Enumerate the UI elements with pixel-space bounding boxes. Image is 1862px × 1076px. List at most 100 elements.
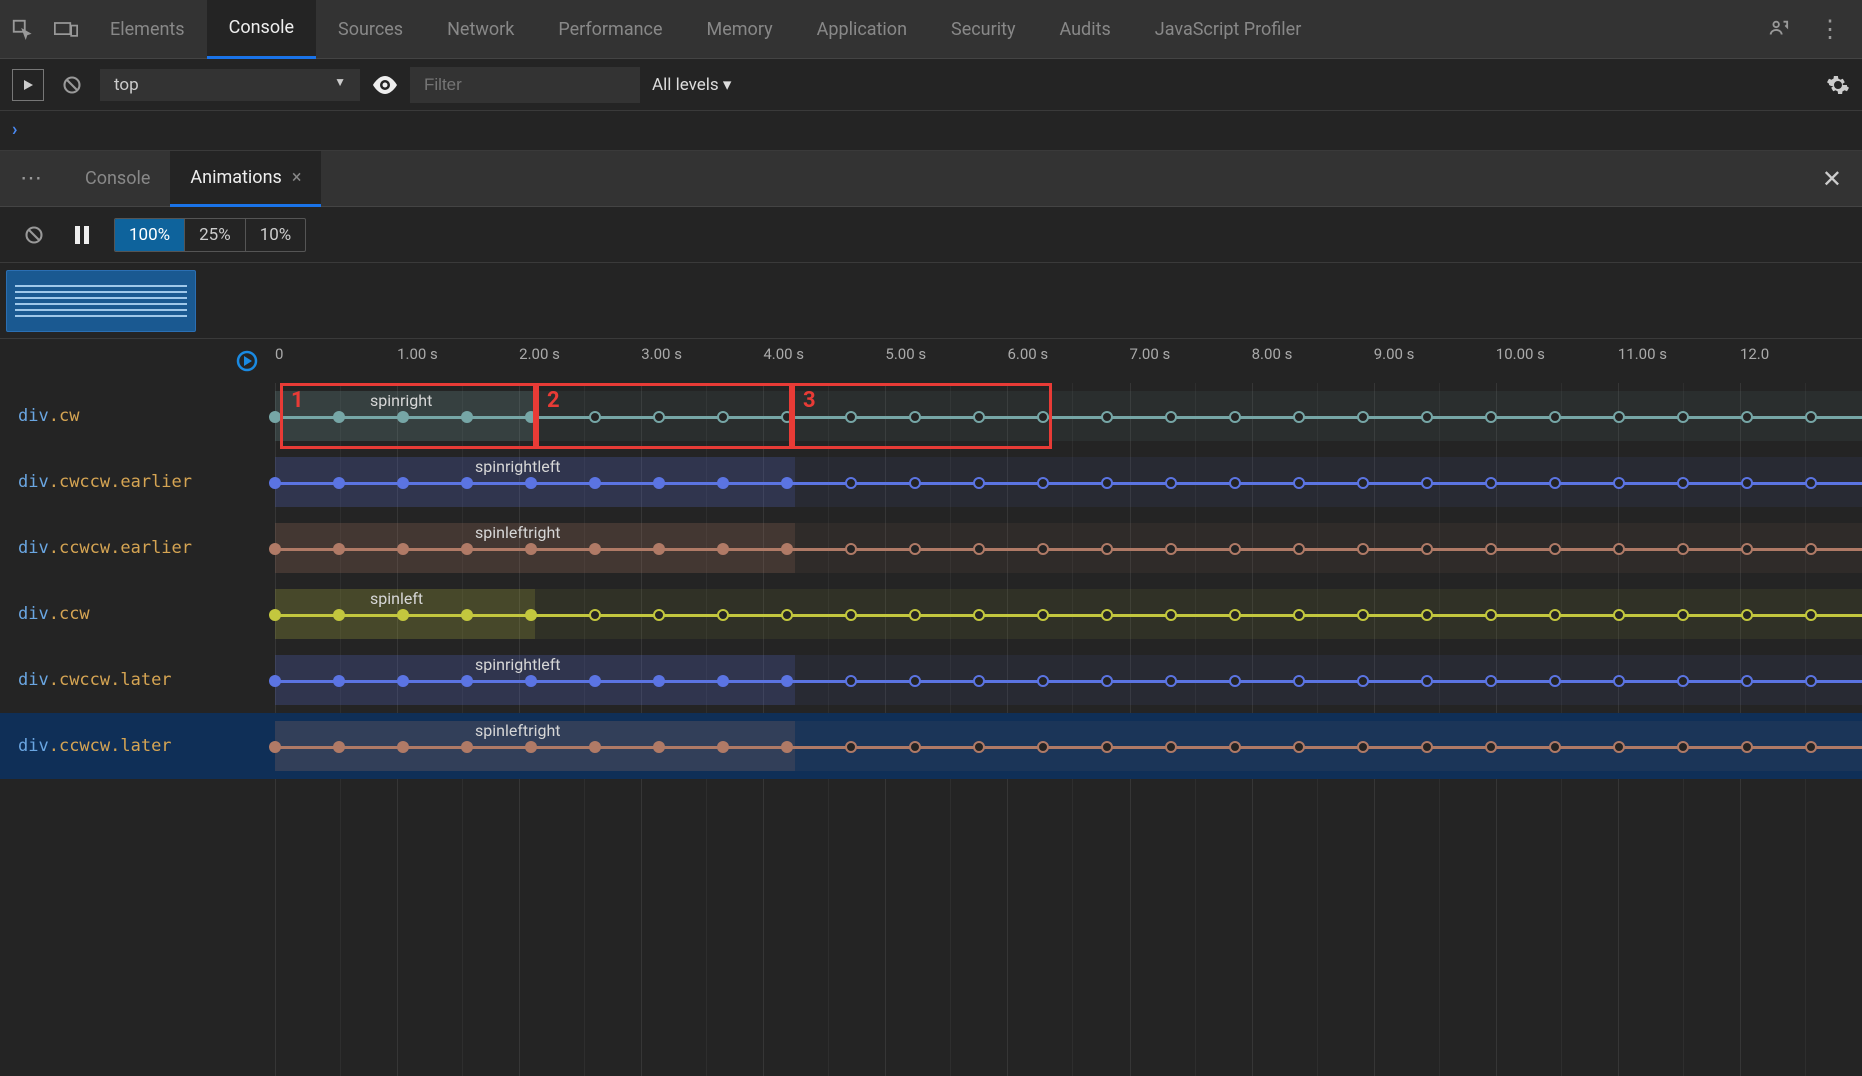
track-body[interactable]: spinright — [275, 383, 1862, 449]
panel-tab-sources[interactable]: Sources — [316, 0, 425, 59]
keyframe-marker[interactable] — [525, 477, 537, 489]
track-element-label[interactable]: div.cwccw.later — [0, 647, 275, 713]
keyframe-marker[interactable] — [1037, 477, 1049, 489]
keyframe-marker[interactable] — [461, 477, 473, 489]
keyframe-marker[interactable] — [1549, 609, 1561, 621]
keyframe-marker[interactable] — [461, 675, 473, 687]
timeline-ruler[interactable]: 01.00 s2.00 s3.00 s4.00 s5.00 s6.00 s7.0… — [0, 339, 1862, 383]
keyframe-marker[interactable] — [845, 609, 857, 621]
keyframe-marker[interactable] — [1101, 477, 1113, 489]
keyframe-marker[interactable] — [525, 543, 537, 555]
more-icon[interactable]: ⋮ — [1800, 15, 1862, 43]
keyframe-marker[interactable] — [1421, 411, 1433, 423]
keyframe-marker[interactable] — [1165, 675, 1177, 687]
replay-icon[interactable] — [235, 349, 259, 373]
keyframe-marker[interactable] — [1421, 675, 1433, 687]
keyframe-marker[interactable] — [717, 609, 729, 621]
keyframe-marker[interactable] — [1229, 411, 1241, 423]
keyframe-marker[interactable] — [717, 411, 729, 423]
keyframe-marker[interactable] — [1805, 543, 1817, 555]
keyframe-marker[interactable] — [269, 543, 281, 555]
keyframe-marker[interactable] — [461, 543, 473, 555]
keyframe-marker[interactable] — [1357, 609, 1369, 621]
keyframe-marker[interactable] — [1357, 675, 1369, 687]
keyframe-marker[interactable] — [845, 411, 857, 423]
keyframe-marker[interactable] — [1549, 741, 1561, 753]
keyframe-marker[interactable] — [1293, 477, 1305, 489]
track-element-label[interactable]: div.ccw — [0, 581, 275, 647]
keyframe-marker[interactable] — [1613, 741, 1625, 753]
feedback-icon[interactable] — [1756, 0, 1800, 59]
keyframe-marker[interactable] — [1357, 543, 1369, 555]
keyframe-marker[interactable] — [589, 741, 601, 753]
track-element-label[interactable]: div.ccwcw.earlier — [0, 515, 275, 581]
keyframe-marker[interactable] — [1421, 741, 1433, 753]
keyframe-marker[interactable] — [269, 675, 281, 687]
keyframe-marker[interactable] — [397, 543, 409, 555]
keyframe-marker[interactable] — [1677, 543, 1689, 555]
keyframe-marker[interactable] — [1037, 411, 1049, 423]
keyframe-marker[interactable] — [589, 675, 601, 687]
keyframe-marker[interactable] — [1741, 609, 1753, 621]
keyframe-marker[interactable] — [909, 741, 921, 753]
keyframe-marker[interactable] — [461, 411, 473, 423]
keyframe-marker[interactable] — [781, 477, 793, 489]
keyframe-marker[interactable] — [909, 477, 921, 489]
keyframe-marker[interactable] — [1165, 477, 1177, 489]
keyframe-marker[interactable] — [1229, 543, 1241, 555]
animation-track[interactable]: div.cwccw.laterspinrightleft — [0, 647, 1862, 713]
keyframe-marker[interactable] — [717, 675, 729, 687]
keyframe-marker[interactable] — [589, 411, 601, 423]
filter-input[interactable] — [410, 67, 640, 103]
keyframe-marker[interactable] — [973, 411, 985, 423]
keyframe-marker[interactable] — [717, 477, 729, 489]
keyframe-marker[interactable] — [1485, 741, 1497, 753]
panel-tab-elements[interactable]: Elements — [88, 0, 207, 59]
keyframe-marker[interactable] — [1293, 675, 1305, 687]
keyframe-marker[interactable] — [1805, 675, 1817, 687]
keyframe-marker[interactable] — [1677, 411, 1689, 423]
keyframe-marker[interactable] — [1229, 675, 1241, 687]
keyframe-marker[interactable] — [525, 411, 537, 423]
track-body[interactable]: spinrightleft — [275, 449, 1862, 515]
keyframe-marker[interactable] — [397, 609, 409, 621]
keyframe-marker[interactable] — [973, 609, 985, 621]
panel-tab-memory[interactable]: Memory — [685, 0, 795, 59]
drawer-close-icon[interactable]: ✕ — [1802, 165, 1862, 193]
panel-tab-security[interactable]: Security — [929, 0, 1037, 59]
keyframe-marker[interactable] — [333, 411, 345, 423]
keyframe-marker[interactable] — [1805, 741, 1817, 753]
panel-tab-javascript-profiler[interactable]: JavaScript Profiler — [1133, 0, 1324, 59]
pause-button[interactable] — [68, 221, 96, 249]
log-levels-select[interactable]: All levels ▾ — [652, 75, 731, 95]
keyframe-marker[interactable] — [653, 543, 665, 555]
track-element-label[interactable]: div.cw — [0, 383, 275, 449]
keyframe-marker[interactable] — [1421, 543, 1433, 555]
panel-tab-performance[interactable]: Performance — [536, 0, 684, 59]
keyframe-marker[interactable] — [1485, 675, 1497, 687]
keyframe-marker[interactable] — [1165, 741, 1177, 753]
keyframe-marker[interactable] — [1229, 741, 1241, 753]
keyframe-marker[interactable] — [1677, 609, 1689, 621]
keyframe-marker[interactable] — [1037, 675, 1049, 687]
speed-button[interactable]: 10% — [246, 219, 306, 251]
keyframe-marker[interactable] — [1549, 477, 1561, 489]
keyframe-marker[interactable] — [717, 543, 729, 555]
keyframe-marker[interactable] — [1741, 543, 1753, 555]
keyframe-marker[interactable] — [333, 609, 345, 621]
keyframe-marker[interactable] — [845, 675, 857, 687]
keyframe-marker[interactable] — [781, 741, 793, 753]
keyframe-marker[interactable] — [1741, 741, 1753, 753]
keyframe-marker[interactable] — [1357, 741, 1369, 753]
keyframe-marker[interactable] — [589, 477, 601, 489]
keyframe-marker[interactable] — [1613, 477, 1625, 489]
keyframe-marker[interactable] — [525, 609, 537, 621]
speed-button[interactable]: 100% — [115, 219, 185, 251]
keyframe-marker[interactable] — [1421, 609, 1433, 621]
keyframe-marker[interactable] — [1101, 543, 1113, 555]
drawer-tab-console[interactable]: Console — [65, 151, 170, 207]
keyframe-marker[interactable] — [397, 675, 409, 687]
keyframe-marker[interactable] — [1741, 411, 1753, 423]
keyframe-marker[interactable] — [1485, 609, 1497, 621]
keyframe-marker[interactable] — [909, 675, 921, 687]
